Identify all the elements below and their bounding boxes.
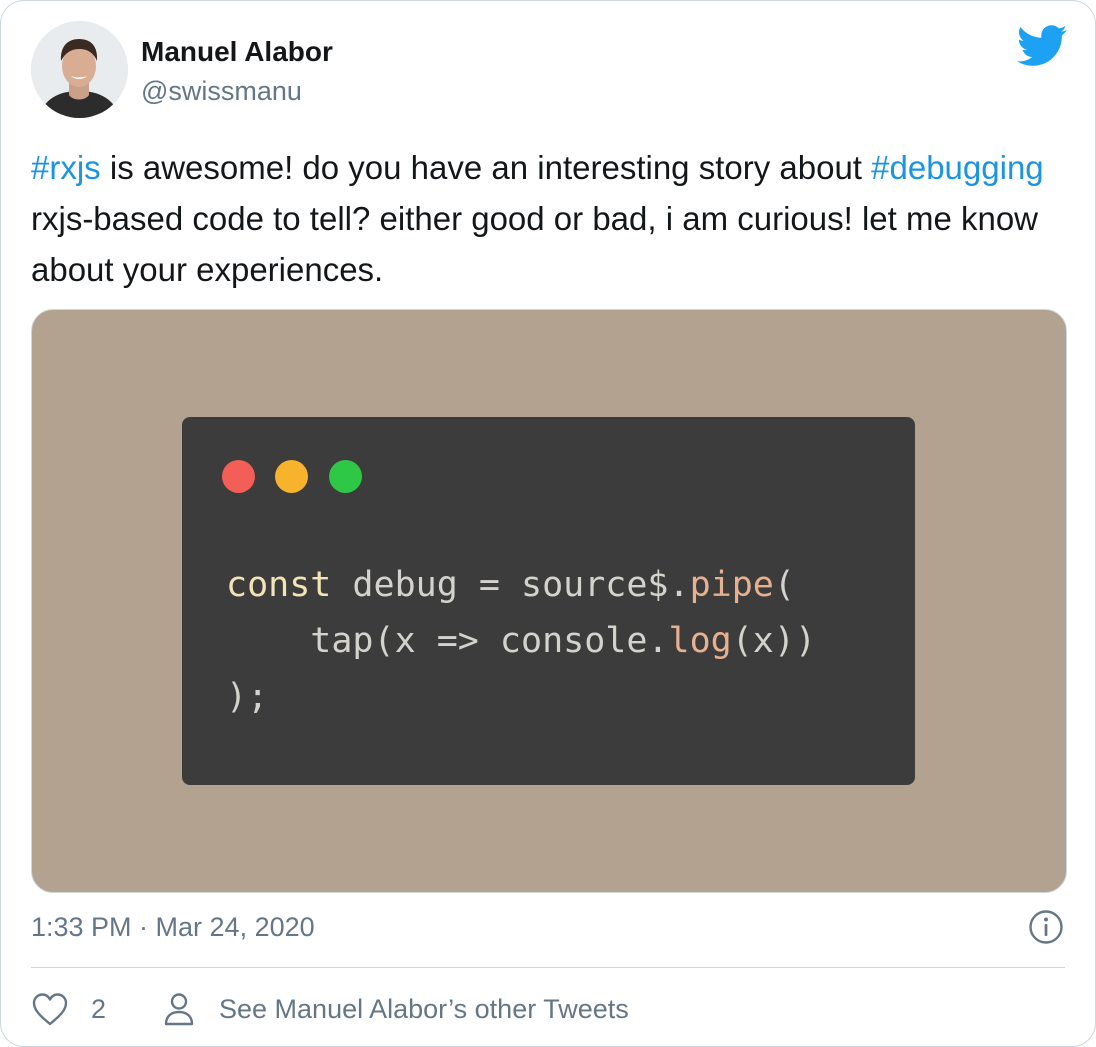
code-token: tap(x => console. <box>226 621 669 661</box>
tweet-timestamp[interactable]: 1:33 PM · Mar 24, 2020 <box>31 907 315 947</box>
person-icon <box>164 993 194 1026</box>
divider <box>31 967 1065 968</box>
info-icon[interactable] <box>1028 909 1064 945</box>
code-token: (x)) <box>731 621 817 661</box>
code-token: ( <box>773 565 795 605</box>
tweet-text-segment: rxjs-based code to tell? either good or … <box>31 200 1039 288</box>
hashtag-link[interactable]: #rxjs <box>31 149 101 186</box>
code-token: debug = source$. <box>331 565 690 605</box>
like-count: 2 <box>91 993 107 1024</box>
code-keyword: const <box>226 565 332 605</box>
window-minimize-dot <box>275 460 308 493</box>
other-tweets-link[interactable]: See Manuel Alabor’s other Tweets <box>161 989 629 1029</box>
hashtag-link[interactable]: #debugging <box>871 149 1044 186</box>
twitter-bird-icon[interactable] <box>1017 25 1067 67</box>
code-method: pipe <box>689 565 774 605</box>
code-method: log <box>668 621 732 661</box>
tweet-text: #rxjs is awesome! do you have an interes… <box>31 142 1051 295</box>
author-name[interactable]: Manuel Alabor <box>141 34 333 70</box>
like-button[interactable]: 2 <box>31 989 106 1029</box>
author-handle[interactable]: @swissmanu <box>141 74 302 108</box>
code-window: const debug = source$.pipe( tap(x => con… <box>182 417 915 785</box>
heart-icon <box>32 993 68 1026</box>
window-maximize-dot <box>329 460 362 493</box>
tweet-text-segment: is awesome! do you have an interesting s… <box>100 149 872 186</box>
other-tweets-label: See Manuel Alabor’s other Tweets <box>219 993 629 1024</box>
window-close-dot <box>222 460 255 493</box>
code-token: ); <box>226 677 269 717</box>
avatar[interactable] <box>31 21 128 118</box>
tweet-card: Manuel Alabor @swissmanu #rxjs is awesom… <box>0 0 1096 1047</box>
avatar-image <box>31 21 128 118</box>
code-snippet: const debug = source$.pipe( tap(x => con… <box>226 557 816 725</box>
tweet-media-image[interactable]: const debug = source$.pipe( tap(x => con… <box>31 309 1067 893</box>
